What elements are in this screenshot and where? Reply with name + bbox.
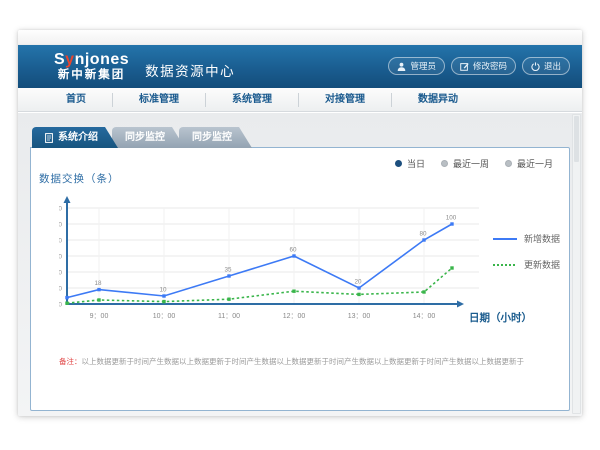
svg-text:60: 60 — [59, 254, 62, 261]
svg-text:11：00: 11：00 — [218, 313, 240, 320]
tab-label: 系统介绍 — [58, 127, 98, 148]
svg-text:18: 18 — [94, 280, 102, 287]
admin-user-label: 管理员 — [410, 60, 436, 72]
filter-last-week-label: 最近一周 — [453, 157, 489, 170]
main-nav: 首页 标准管理 系统管理 对接管理 数据异动 — [18, 88, 582, 112]
y-axis-title: 数据交换（条） — [39, 171, 120, 186]
logout-button[interactable]: 退出 — [522, 57, 570, 75]
app-header: Synjones 新中新集团 数据资源中心 管理员 修改密码 退出 — [18, 45, 582, 88]
power-icon — [531, 62, 540, 71]
legend-new-data[interactable]: 新增数据 — [493, 232, 560, 245]
tab-system-intro[interactable]: 系统介绍 — [32, 127, 118, 148]
nav-item-standards[interactable]: 标准管理 — [113, 93, 206, 107]
tab-bar: 系统介绍 同步监控 同步监控 — [30, 127, 570, 148]
chart-panel: 当日 最近一周 最近一月 数据交换（条） 0 20 40 60 80 100 120 9：00… — [30, 147, 570, 411]
logo-chinese: 新中新集团 — [54, 69, 129, 81]
logo-english: Synjones — [54, 52, 129, 69]
line-chart-svg: 0 20 40 60 80 100 120 9：00 10：00 11：00 12：00 13：00 1… — [59, 193, 489, 325]
tab-label: 同步监控 — [192, 127, 232, 148]
svg-text:9：00: 9：00 — [90, 313, 109, 320]
user-area: 管理员 修改密码 退出 — [388, 57, 570, 75]
radio-icon — [505, 160, 512, 167]
nav-item-interface[interactable]: 对接管理 — [299, 93, 392, 107]
tab-sync-monitor-1[interactable]: 同步监控 — [112, 127, 185, 148]
logout-label: 退出 — [544, 60, 561, 72]
svg-text:80: 80 — [59, 238, 62, 245]
svg-text:10：00: 10：00 — [153, 313, 176, 320]
svg-text:60: 60 — [289, 247, 297, 254]
content-area: 系统介绍 同步监控 同步监控 当日 最近一周 — [18, 113, 582, 416]
svg-text:0: 0 — [59, 302, 62, 309]
footnote-label: 备注： — [59, 357, 82, 366]
document-icon — [45, 133, 53, 143]
period-filter-group: 当日 最近一周 最近一月 — [395, 157, 553, 170]
svg-text:10: 10 — [159, 287, 167, 294]
radio-selected-icon — [395, 160, 402, 167]
svg-text:14：00: 14：00 — [413, 313, 436, 320]
app-window: Synjones 新中新集团 数据资源中心 管理员 修改密码 退出 首页 标准管… — [18, 30, 582, 416]
filter-last-week[interactable]: 最近一周 — [441, 157, 489, 170]
window-top-strip — [18, 30, 582, 45]
radio-icon — [441, 160, 448, 167]
tab-label: 同步监控 — [125, 127, 165, 148]
nav-item-home[interactable]: 首页 — [40, 93, 113, 107]
dashed-line-icon — [493, 264, 517, 266]
svg-text:20: 20 — [59, 286, 62, 293]
edit-icon — [460, 62, 469, 71]
svg-text:80: 80 — [419, 231, 427, 238]
legend-updated-data[interactable]: 更新数据 — [493, 258, 560, 271]
filter-last-month-label: 最近一月 — [517, 157, 553, 170]
footnote-text: 以上数据更新于时间产生数据以上数据更新于时间产生数据以上数据更新于时间产生数据以… — [82, 357, 525, 366]
nav-item-data-change[interactable]: 数据异动 — [392, 93, 484, 107]
x-axis-title: 日期（小时） — [469, 310, 532, 325]
svg-text:120: 120 — [59, 206, 62, 213]
svg-text:13：00: 13：00 — [348, 313, 371, 320]
legend-updated-data-label: 更新数据 — [524, 258, 560, 271]
svg-text:100: 100 — [446, 215, 457, 222]
change-password-label: 修改密码 — [473, 60, 507, 72]
footnote: 备注：以上数据更新于时间产生数据以上数据更新于时间产生数据以上数据更新于时间产生… — [59, 357, 564, 367]
tab-sync-monitor-2[interactable]: 同步监控 — [179, 127, 252, 148]
filter-today[interactable]: 当日 — [395, 157, 425, 170]
app-title: 数据资源中心 — [145, 60, 235, 80]
svg-text:35: 35 — [224, 267, 232, 274]
admin-user-button[interactable]: 管理员 — [388, 57, 445, 75]
svg-text:20: 20 — [354, 279, 362, 286]
vertical-scrollbar[interactable] — [572, 114, 581, 414]
series-legend: 新增数据 更新数据 — [493, 232, 560, 284]
solid-line-icon — [493, 238, 517, 240]
user-icon — [397, 62, 406, 71]
svg-text:40: 40 — [59, 270, 62, 277]
svg-text:100: 100 — [59, 222, 62, 229]
svg-text:12：00: 12：00 — [283, 313, 306, 320]
nav-item-system[interactable]: 系统管理 — [206, 93, 299, 107]
legend-new-data-label: 新增数据 — [524, 232, 560, 245]
scrollbar-thumb[interactable] — [574, 116, 579, 162]
filter-last-month[interactable]: 最近一月 — [505, 157, 553, 170]
filter-today-label: 当日 — [407, 157, 425, 170]
company-logo: Synjones 新中新集团 — [54, 52, 129, 81]
change-password-button[interactable]: 修改密码 — [451, 57, 516, 75]
